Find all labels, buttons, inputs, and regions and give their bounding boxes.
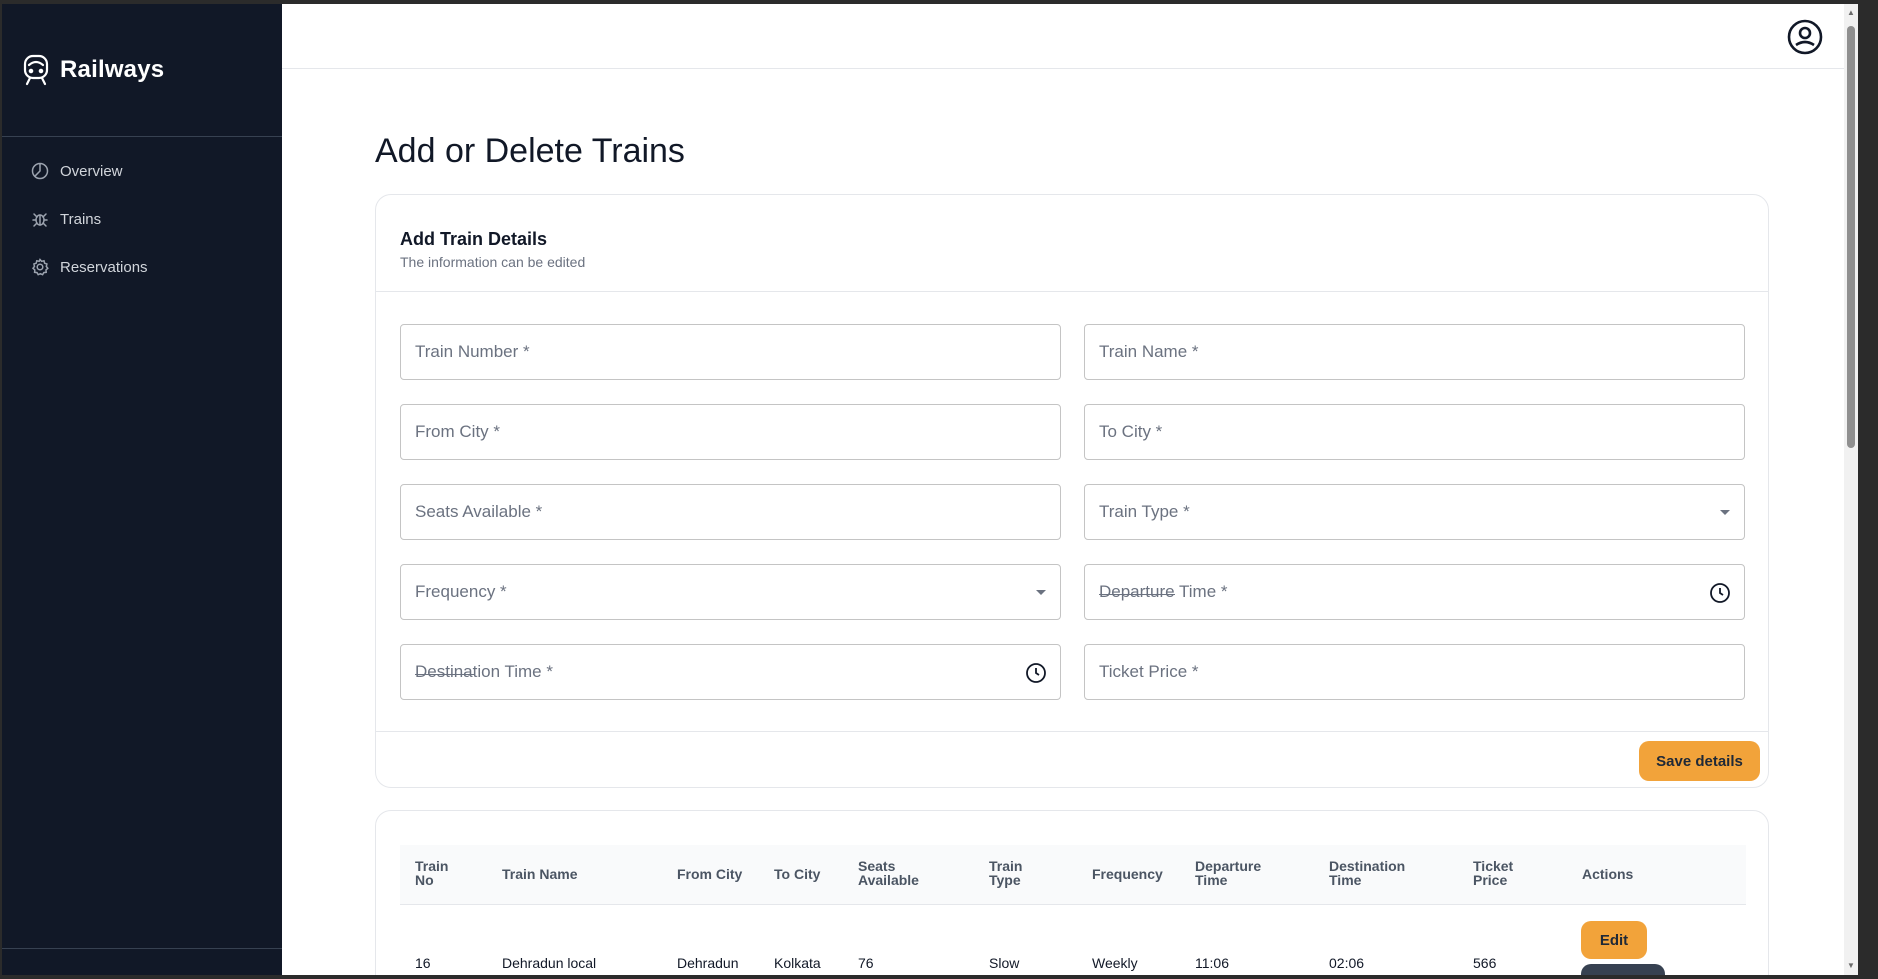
th-departure-time: Departure Time <box>1195 858 1262 888</box>
train-name-label: Train Name * <box>1099 342 1199 361</box>
sidebar-item-reservations[interactable]: Reservations <box>30 255 148 279</box>
departure-time-label: Departure Time * <box>1099 582 1228 601</box>
cell-to-city: Kolkata <box>774 955 821 971</box>
card-subtitle: The information can be edited <box>400 254 586 270</box>
sidebar: Railways Overview Trains Reservations <box>2 4 282 975</box>
brand-name: Railways <box>60 56 165 83</box>
sidebar-nav: Overview Trains Reservations <box>30 159 148 303</box>
th-seats-available: Seats Available <box>858 858 919 888</box>
scroll-down-icon[interactable]: ▼ <box>1847 961 1855 971</box>
train-logo-icon <box>23 54 49 86</box>
train-number-label: Train Number * <box>415 342 530 361</box>
th-train-type: Train Type <box>989 858 1023 888</box>
th-destination-time: Destination Time <box>1329 858 1406 888</box>
sidebar-item-overview[interactable]: Overview <box>30 159 148 183</box>
bug-icon <box>32 213 48 227</box>
page-title: Add or Delete Trains <box>375 132 685 170</box>
frequency-label: Frequency * <box>415 582 507 601</box>
th-ticket-price: Ticket Price <box>1473 858 1514 888</box>
th-actions: Actions <box>1582 866 1634 882</box>
table-header: Train No Train Name From City To City Se… <box>400 845 1746 905</box>
cell-train-name: Dehradun local <box>502 955 597 971</box>
sidebar-divider <box>2 136 282 137</box>
top-bar <box>282 4 1844 69</box>
destination-time-label: Destination Time * <box>415 662 553 681</box>
th-frequency: Frequency <box>1092 866 1163 882</box>
clock-icon[interactable] <box>1025 662 1047 684</box>
scrollbar-thumb[interactable] <box>1847 26 1855 448</box>
train-type-select[interactable]: Train Type * <box>1084 484 1745 540</box>
sidebar-item-label: Trains <box>60 210 102 228</box>
cell-ticket-price: 566 <box>1473 955 1497 971</box>
from-city-field[interactable]: From City * <box>400 404 1061 460</box>
th-train-no: Train No <box>415 858 449 888</box>
brand[interactable]: Railways <box>22 54 164 86</box>
cell-train-no: 16 <box>415 955 431 971</box>
ticket-price-field[interactable]: Ticket Price * <box>1084 644 1745 700</box>
card-divider <box>376 291 1768 292</box>
placeholder-strike <box>1099 594 1175 595</box>
edit-button[interactable]: Edit <box>1581 921 1647 959</box>
add-train-card: Add Train Details The information can be… <box>375 194 1769 788</box>
pie-chart-icon <box>31 162 49 180</box>
save-details-button[interactable]: Save details <box>1639 741 1760 781</box>
train-number-field[interactable]: Train Number * <box>400 324 1061 380</box>
page-scrollbar[interactable]: ▲ ▼ <box>1844 4 1858 975</box>
th-to-city: To City <box>774 866 821 882</box>
chevron-down-icon <box>1720 510 1730 515</box>
app-window: Railways Overview Trains Reservations Ad… <box>2 4 1858 975</box>
card-header: Add Train Details The information can be… <box>400 229 585 270</box>
placeholder-strike <box>415 674 475 675</box>
card-footer-divider <box>376 731 1768 732</box>
train-name-field[interactable]: Train Name * <box>1084 324 1745 380</box>
frequency-select[interactable]: Frequency * <box>400 564 1061 620</box>
sidebar-item-trains[interactable]: Trains <box>30 207 148 231</box>
departure-time-field[interactable]: Departure Time * <box>1084 564 1745 620</box>
th-from-city: From City <box>677 866 743 882</box>
cell-train-type: Slow <box>989 955 1020 971</box>
train-type-label: Train Type * <box>1099 502 1190 521</box>
cell-seats-available: 76 <box>858 955 874 971</box>
cell-frequency: Weekly <box>1092 955 1138 971</box>
delete-button[interactable]: Delete <box>1581 964 1665 975</box>
sidebar-divider-bottom <box>2 948 282 949</box>
sidebar-item-label: Overview <box>60 162 123 180</box>
chevron-down-icon <box>1036 590 1046 595</box>
scroll-up-icon[interactable]: ▲ <box>1847 8 1855 18</box>
gear-icon <box>31 258 49 276</box>
card-title: Add Train Details <box>400 229 548 249</box>
from-city-label: From City * <box>415 422 500 441</box>
cell-departure-time: 11:06 <box>1195 955 1229 971</box>
ticket-price-label: Ticket Price * <box>1099 662 1199 681</box>
sidebar-item-label: Reservations <box>60 258 148 276</box>
user-circle-icon[interactable] <box>1786 18 1824 56</box>
cell-destination-time: 02:06 <box>1329 955 1365 971</box>
seats-available-label: Seats Available * <box>415 502 543 521</box>
clock-icon[interactable] <box>1709 582 1731 604</box>
trains-table-card: Train No Train Name From City To City Se… <box>375 810 1769 975</box>
th-train-name: Train Name <box>502 866 578 882</box>
seats-available-field[interactable]: Seats Available * <box>400 484 1061 540</box>
to-city-label: To City * <box>1099 422 1163 441</box>
to-city-field[interactable]: To City * <box>1084 404 1745 460</box>
cell-from-city: Dehradun <box>677 955 739 971</box>
destination-time-field[interactable]: Destination Time * <box>400 644 1061 700</box>
